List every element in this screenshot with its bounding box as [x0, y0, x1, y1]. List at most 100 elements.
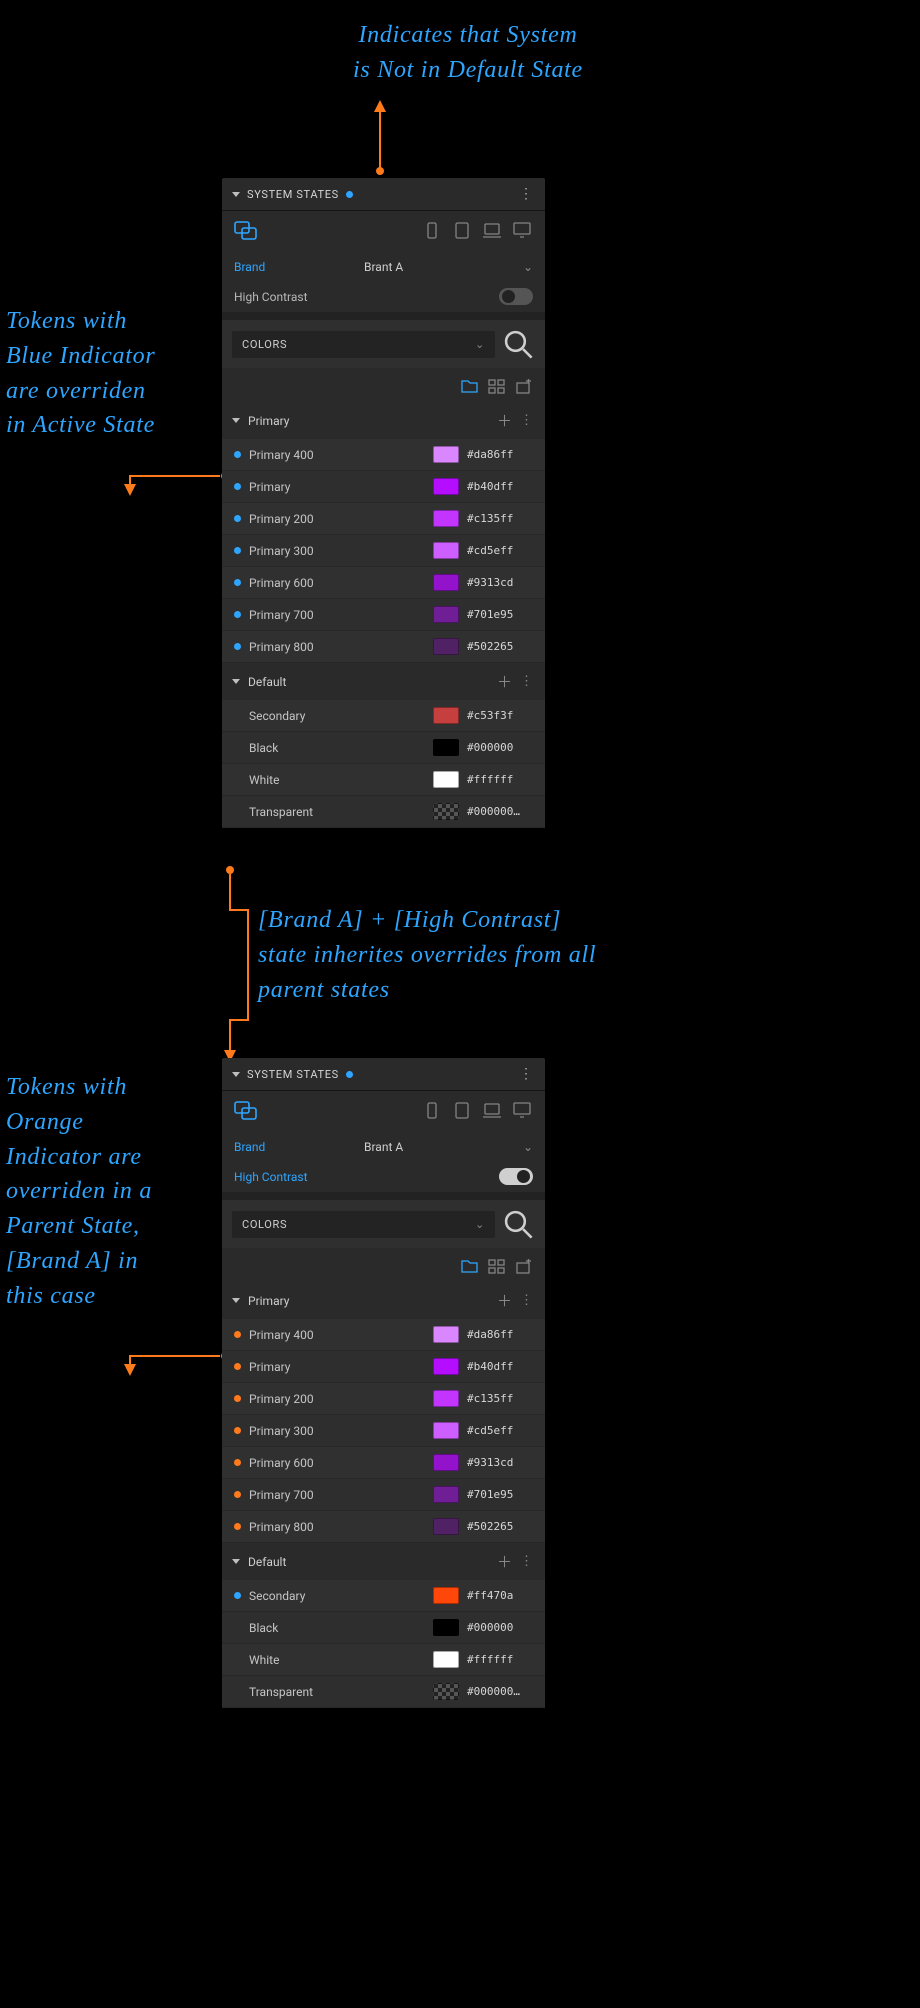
token-row[interactable]: Primary#b40dff	[222, 471, 545, 503]
color-swatch[interactable]	[433, 446, 459, 463]
color-swatch[interactable]	[433, 1422, 459, 1439]
color-swatch[interactable]	[433, 606, 459, 623]
color-swatch[interactable]	[433, 638, 459, 655]
token-name: Primary 800	[249, 640, 425, 654]
token-row[interactable]: Primary 400#da86ff	[222, 1319, 545, 1351]
tablet-icon[interactable]	[449, 219, 475, 243]
token-row[interactable]: Primary 300#cd5eff	[222, 535, 545, 567]
desktop-icon[interactable]	[509, 1099, 535, 1123]
high-contrast-toggle[interactable]	[499, 288, 533, 305]
color-swatch[interactable]	[433, 803, 459, 820]
phone-icon[interactable]	[419, 1099, 445, 1123]
search-button[interactable]	[501, 329, 535, 359]
tablet-icon[interactable]	[449, 1099, 475, 1123]
section-title[interactable]: SYSTEM STATES ⋮	[222, 1058, 545, 1090]
color-swatch[interactable]	[433, 1683, 459, 1700]
override-indicator-dot	[234, 1459, 241, 1466]
brand-row[interactable]: Brand Brant A ⌄	[222, 1133, 545, 1161]
group-header[interactable]: Default ＋ ⋮	[222, 1543, 545, 1580]
states-icon[interactable]	[232, 1100, 260, 1122]
token-hex: #da86ff	[467, 1328, 535, 1341]
chevron-down-icon: ⌄	[475, 1218, 485, 1231]
folder-icon[interactable]	[457, 376, 481, 396]
category-select-label: COLORS	[242, 338, 287, 351]
color-swatch[interactable]	[433, 478, 459, 495]
token-row[interactable]: White#ffffff	[222, 764, 545, 796]
color-swatch[interactable]	[433, 1390, 459, 1407]
more-icon[interactable]: ⋮	[520, 413, 535, 428]
color-swatch[interactable]	[433, 1651, 459, 1668]
override-indicator-dot	[234, 483, 241, 490]
more-icon[interactable]: ⋮	[520, 1293, 535, 1308]
color-swatch[interactable]	[433, 1518, 459, 1535]
token-row[interactable]: Primary 200#c135ff	[222, 503, 545, 535]
color-swatch[interactable]	[433, 1486, 459, 1503]
device-row	[222, 1091, 545, 1133]
add-token-button[interactable]: ＋	[497, 1551, 512, 1572]
token-name: Black	[249, 741, 425, 755]
group-header[interactable]: Primary ＋ ⋮	[222, 402, 545, 439]
export-icon[interactable]	[511, 1256, 535, 1276]
token-row[interactable]: Transparent#000000…	[222, 1676, 545, 1708]
category-select[interactable]: COLORS ⌄	[232, 331, 495, 358]
token-row[interactable]: Primary 700#701e95	[222, 599, 545, 631]
phone-icon[interactable]	[419, 219, 445, 243]
section-title[interactable]: SYSTEM STATES ⋮	[222, 178, 545, 210]
color-swatch[interactable]	[433, 510, 459, 527]
brand-row[interactable]: Brand Brant A ⌄	[222, 253, 545, 281]
token-row[interactable]: White#ffffff	[222, 1644, 545, 1676]
group-name: Default	[248, 675, 286, 689]
color-swatch[interactable]	[433, 707, 459, 724]
token-row[interactable]: Black#000000	[222, 732, 545, 764]
grid-icon[interactable]	[484, 1256, 508, 1276]
token-row[interactable]: Secondary#c53f3f	[222, 700, 545, 732]
add-token-button[interactable]: ＋	[497, 1290, 512, 1311]
token-row[interactable]: Secondary#ff470a	[222, 1580, 545, 1612]
token-row[interactable]: Primary 800#502265	[222, 1511, 545, 1543]
laptop-icon[interactable]	[479, 219, 505, 243]
color-swatch[interactable]	[433, 1587, 459, 1604]
token-row[interactable]: Black #000000	[222, 1612, 545, 1644]
color-swatch[interactable]	[433, 1619, 459, 1636]
color-swatch[interactable]	[433, 1358, 459, 1375]
color-swatch[interactable]	[433, 771, 459, 788]
token-row[interactable]: Primary 200#c135ff	[222, 1383, 545, 1415]
token-row[interactable]: Primary 600#9313cd	[222, 567, 545, 599]
folder-icon[interactable]	[457, 1256, 481, 1276]
token-row[interactable]: Primary 300#cd5eff	[222, 1415, 545, 1447]
more-icon[interactable]: ⋮	[519, 186, 535, 202]
group-header[interactable]: Default ＋ ⋮	[222, 663, 545, 700]
token-row[interactable]: Primary 800#502265	[222, 631, 545, 663]
laptop-icon[interactable]	[479, 1099, 505, 1123]
group-header[interactable]: Primary ＋ ⋮	[222, 1282, 545, 1319]
states-icon[interactable]	[232, 220, 260, 242]
desktop-icon[interactable]	[509, 219, 535, 243]
more-icon[interactable]: ⋮	[520, 1554, 535, 1569]
color-swatch[interactable]	[433, 542, 459, 559]
override-indicator-dot	[234, 451, 241, 458]
high-contrast-toggle[interactable]	[499, 1168, 533, 1185]
more-icon[interactable]: ⋮	[520, 674, 535, 689]
category-select[interactable]: COLORS ⌄	[232, 1211, 495, 1238]
token-row[interactable]: Primary#b40dff	[222, 1351, 545, 1383]
token-row[interactable]: Primary 400#da86ff	[222, 439, 545, 471]
token-row[interactable]: Transparent#000000…	[222, 796, 545, 828]
color-swatch[interactable]	[433, 574, 459, 591]
color-swatch[interactable]	[433, 1454, 459, 1471]
grid-icon[interactable]	[484, 376, 508, 396]
search-button[interactable]	[501, 1209, 535, 1239]
token-hex: #000000	[467, 1621, 535, 1634]
token-name: Black	[249, 1621, 425, 1635]
add-token-button[interactable]: ＋	[497, 410, 512, 431]
override-indicator-dot	[234, 1331, 241, 1338]
view-strip	[222, 1248, 545, 1282]
token-hex: #701e95	[467, 1488, 535, 1501]
color-swatch[interactable]	[433, 739, 459, 756]
color-swatch[interactable]	[433, 1326, 459, 1343]
token-row[interactable]: Primary 600#9313cd	[222, 1447, 545, 1479]
more-icon[interactable]: ⋮	[519, 1066, 535, 1082]
token-row[interactable]: Primary 700#701e95	[222, 1479, 545, 1511]
export-icon[interactable]	[511, 376, 535, 396]
annotation-middle: [Brand A] + [High Contrast] state inheri…	[258, 903, 918, 1007]
add-token-button[interactable]: ＋	[497, 671, 512, 692]
